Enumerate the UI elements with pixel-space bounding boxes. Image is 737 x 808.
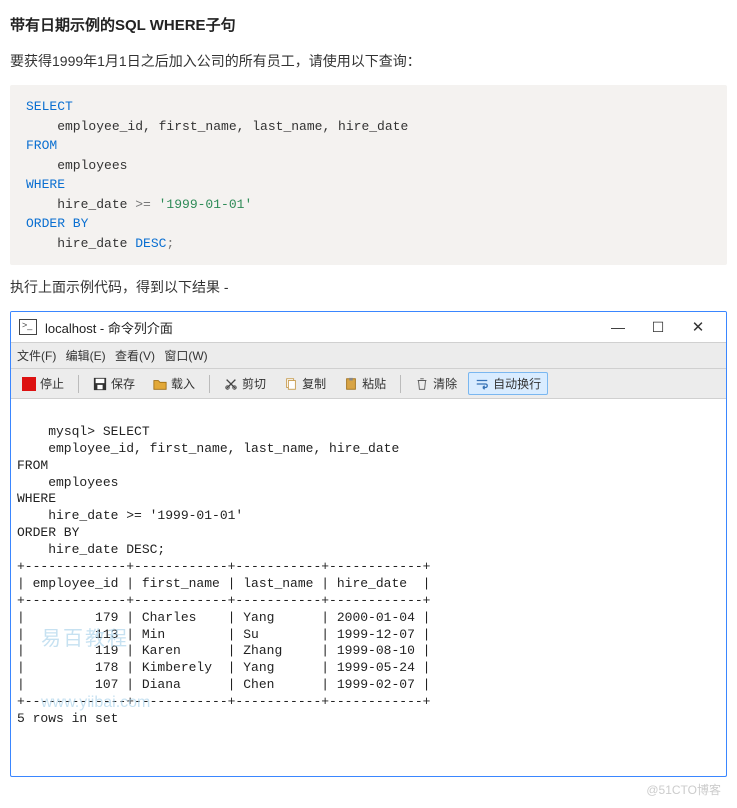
menu-window[interactable]: 窗口(W) <box>164 349 207 363</box>
clear-label: 清除 <box>433 375 457 392</box>
sql-semi: ; <box>166 236 174 251</box>
sql-table: employees <box>26 158 127 173</box>
save-button[interactable]: 保存 <box>86 372 142 395</box>
result-intro: 执行上面示例代码，得到以下结果 - <box>10 277 727 297</box>
sql-order-col: hire_date <box>26 236 135 251</box>
window-title: localhost - 命令列介面 <box>45 318 598 337</box>
separator <box>400 375 401 393</box>
close-button[interactable]: ✕ <box>678 313 718 341</box>
stop-label: 停止 <box>40 375 64 392</box>
copy-icon <box>284 377 298 391</box>
menu-file[interactable]: 文件(F) <box>17 349 56 363</box>
terminal-text: mysql> SELECT employee_id, first_name, l… <box>17 424 430 726</box>
kw-from: FROM <box>26 138 57 153</box>
trash-icon <box>415 377 429 391</box>
kw-where: WHERE <box>26 177 65 192</box>
separator <box>209 375 210 393</box>
clipboard-icon <box>344 377 358 391</box>
stop-icon <box>22 377 36 391</box>
copy-label: 复制 <box>302 375 326 392</box>
maximize-button[interactable]: ☐ <box>638 313 678 341</box>
terminal-window: localhost - 命令列介面 — ☐ ✕ 文件(F) 编辑(E) 查看(V… <box>10 311 727 777</box>
cut-label: 剪切 <box>242 375 266 392</box>
footer-watermark: @51CTO博客 <box>10 777 727 798</box>
menu-edit[interactable]: 编辑(E) <box>66 349 106 363</box>
menu-view[interactable]: 查看(V) <box>115 349 155 363</box>
op-gte: >= <box>135 197 151 212</box>
minimize-button[interactable]: — <box>598 313 638 341</box>
kw-select: SELECT <box>26 99 73 114</box>
separator <box>78 375 79 393</box>
clear-button[interactable]: 清除 <box>408 372 464 395</box>
paste-label: 粘贴 <box>362 375 386 392</box>
load-label: 载入 <box>171 375 195 392</box>
save-label: 保存 <box>111 375 135 392</box>
kw-orderby: ORDER BY <box>26 216 88 231</box>
page-heading: 带有日期示例的SQL WHERE子句 <box>10 14 727 35</box>
wrap-button[interactable]: 自动换行 <box>468 372 548 395</box>
copy-button[interactable]: 复制 <box>277 372 333 395</box>
sql-cond-col: hire_date <box>26 197 135 212</box>
cut-button[interactable]: 剪切 <box>217 372 273 395</box>
sql-date-literal: '1999-01-01' <box>151 197 252 212</box>
sql-columns: employee_id, first_name, last_name, hire… <box>26 119 408 134</box>
sql-code-block: SELECT employee_id, first_name, last_nam… <box>10 85 727 265</box>
window-titlebar: localhost - 命令列介面 — ☐ ✕ <box>11 312 726 343</box>
page-description: 要获得1999年1月1日之后加入公司的所有员工，请使用以下查询： <box>10 51 727 71</box>
folder-icon <box>153 377 167 391</box>
terminal-output: mysql> SELECT employee_id, first_name, l… <box>11 399 726 776</box>
load-button[interactable]: 载入 <box>146 372 202 395</box>
paste-button[interactable]: 粘贴 <box>337 372 393 395</box>
wrap-icon <box>475 377 489 391</box>
stop-button[interactable]: 停止 <box>15 372 71 395</box>
kw-desc: DESC <box>135 236 166 251</box>
wrap-label: 自动换行 <box>493 375 541 392</box>
toolbar: 停止 保存 载入 剪切 复制 粘贴 清除 自动换 <box>11 369 726 399</box>
terminal-icon <box>19 319 37 335</box>
scissors-icon <box>224 377 238 391</box>
menubar: 文件(F) 编辑(E) 查看(V) 窗口(W) <box>11 343 726 369</box>
save-icon <box>93 377 107 391</box>
